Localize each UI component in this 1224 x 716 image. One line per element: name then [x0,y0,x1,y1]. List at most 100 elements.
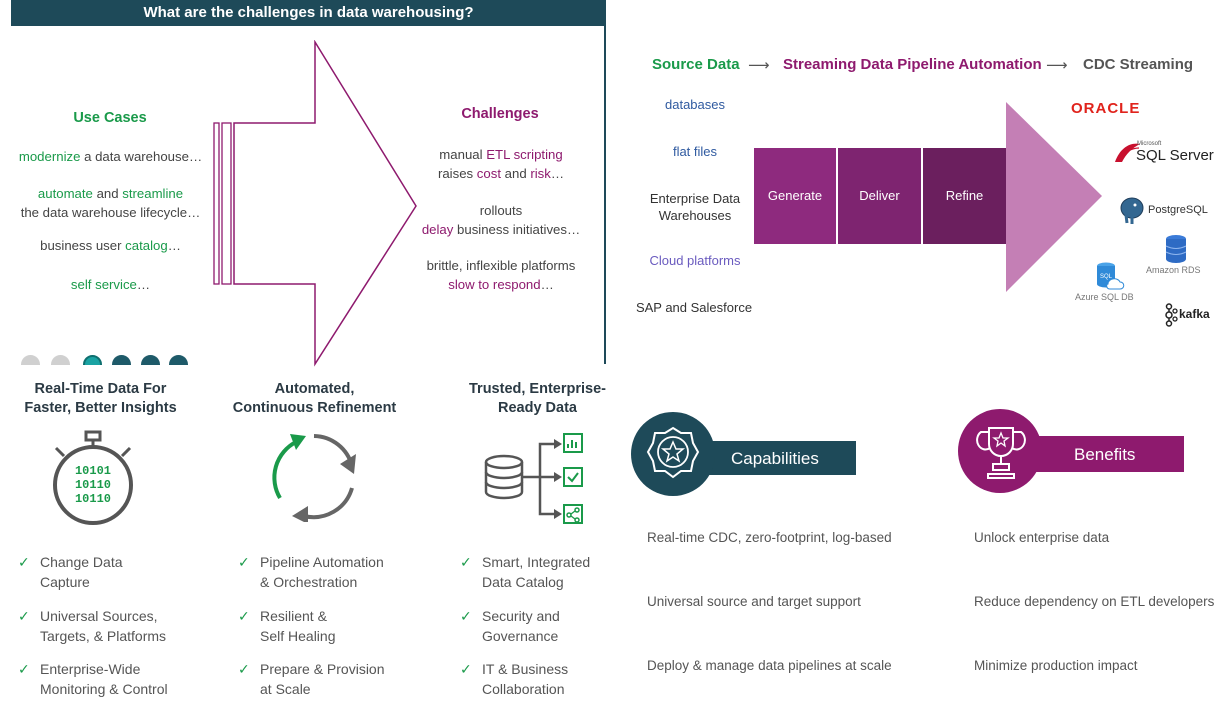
trophy-icon [976,427,1026,479]
panel-right-border [604,26,606,364]
text-run: cost [476,166,501,181]
carousel-dots [11,355,211,365]
capability-item-2: Universal source and target support [647,594,861,609]
checkmark-icon: ✓ [18,661,30,677]
text-run: automate [37,186,93,201]
feature-item-label: Prepare & Provision at Scale [260,661,385,697]
feature-item-label: Security and Governance [482,608,560,644]
use-case-item: self service… [8,275,213,294]
text-run: risk [530,166,551,181]
use-cases-title: Use Cases [73,110,147,126]
arrow-glyph-2: ⟶ [1046,57,1068,74]
feature-item-label: Resilient & Self Healing [260,608,336,644]
stage-generate: Generate [754,148,836,244]
text-run: raises [437,166,477,181]
source-databases: databases [665,97,725,112]
azure-sql-icon-text: SQL [1100,274,1113,280]
stage-refine: Refine [923,148,1006,244]
amazon-rds-label: Amazon RDS [1146,265,1201,275]
cdc-heading: CDC Streaming [1083,56,1194,73]
sql-server-label: SQL Server [1136,147,1214,164]
checkmark-icon: ✓ [18,554,30,570]
text-run: … [540,277,554,292]
carousel-dot[interactable] [21,355,40,365]
feature-item-label: IT & Business Collaboration [482,661,569,697]
capability-item-3: Deploy & manage data pipelines at scale [647,658,892,673]
text-run: … [550,166,565,181]
capabilities-title: Capabilities [731,449,819,468]
text-run: business initiatives… [453,222,581,237]
kafka-icon [1165,303,1178,327]
text-run: delay [421,222,454,237]
feature-item: ✓ Smart, Integrated Data Catalog [460,552,650,594]
oracle-logo: ORACLE [1071,100,1141,117]
text-run: manual [439,147,487,162]
use-case-line: self service… [8,275,213,294]
checkmark-icon: ✓ [460,608,472,624]
pipeline-heading: Streaming Data Pipeline Automation [783,56,1042,73]
text-run: business user [40,238,126,253]
postgres-elephant-icon [1120,197,1144,224]
feature-item: ✓ Pipeline Automation & Orchestration [238,552,428,594]
binary-line-1: 10101 [75,464,111,478]
carousel-dot[interactable] [141,355,160,365]
carousel-dot-active[interactable] [83,355,102,365]
star-badge-icon [646,426,700,479]
checkmark-icon: ✓ [238,661,250,677]
use-case-item: automate and streamline the data warehous… [8,184,213,222]
feature-item: ✓ Enterprise-Wide Monitoring & Control [18,659,208,701]
text-run: slow to respond [448,277,541,292]
carousel-dot[interactable] [51,355,70,365]
benefit-item-2: Reduce dependency on ETL developers [974,594,1215,609]
stopwatch-icon: 10101 10110 10110 [53,430,133,525]
challenge-item: rollouts delay business initiatives… [402,201,600,239]
benefits-title: Benefits [1074,445,1136,464]
text-run: ETL scripting [486,147,563,162]
text-run: and [92,186,123,201]
feature-item: ✓ Change Data Capture [18,552,208,594]
text-run: … [167,238,181,253]
use-case-line: automate and streamline [8,184,213,203]
checkmark-icon: ✓ [460,661,472,677]
col1-title: Real-Time Data For Faster, Better Insigh… [24,381,177,416]
big-arrow-icon [213,40,417,367]
source-enterprise-dw: Enterprise Data Warehouses [649,191,741,223]
challenge-line: delay business initiatives… [402,220,600,239]
challenge-line: brittle, inflexible platforms [402,256,600,275]
checkmark-icon: ✓ [460,554,472,570]
azure-sql-icon: SQL [1097,262,1125,290]
challenge-line: rollouts [402,201,600,220]
feature-item: ✓ Prepare & Provision at Scale [238,659,428,701]
use-case-line: the data warehouse lifecycle… [20,205,201,220]
pipeline-arrowhead-icon [1006,102,1102,292]
text-run: catalog [125,238,168,253]
binary-line-3: 10110 [75,492,111,506]
capability-item-1: Real-time CDC, zero-footprint, log-based [647,530,892,545]
text-run: modernize [18,149,81,164]
feature-item: ✓ Resilient & Self Healing [238,606,428,648]
feature-item-label: Pipeline Automation & Orchestration [260,554,384,590]
checkmark-icon: ✓ [238,608,250,624]
arrow-glyph-1: ⟶ [748,57,770,74]
text-run: self service [70,277,137,292]
checkmark-icon: ✓ [18,608,30,624]
feature-item-label: Change Data Capture [40,554,123,590]
postgres-label: PostgreSQL [1148,204,1208,216]
amazon-rds-icon [1165,235,1187,263]
stage-deliver: Deliver [838,148,921,244]
carousel-dot[interactable] [169,355,188,365]
use-case-item: business user catalog… [8,236,213,255]
source-flat-files: flat files [672,144,718,159]
challenge-line: manual ETL scripting [402,145,600,164]
challenge-item: manual ETL scripting raises cost and risk… [402,145,600,183]
text-run: brittle, inflexible platforms [426,258,576,273]
text-run: streamline [122,186,184,201]
source-data-heading: Source Data [652,56,740,73]
carousel-dot[interactable] [112,355,131,365]
text-run: rollouts [479,203,523,218]
challenge-item: brittle, inflexible platforms slow to res… [402,256,600,294]
text-run: and [500,166,531,181]
use-case-line: business user catalog… [8,236,213,255]
binary-line-2: 10110 [75,478,111,492]
feature-item: ✓ IT & Business Collaboration [460,659,650,701]
